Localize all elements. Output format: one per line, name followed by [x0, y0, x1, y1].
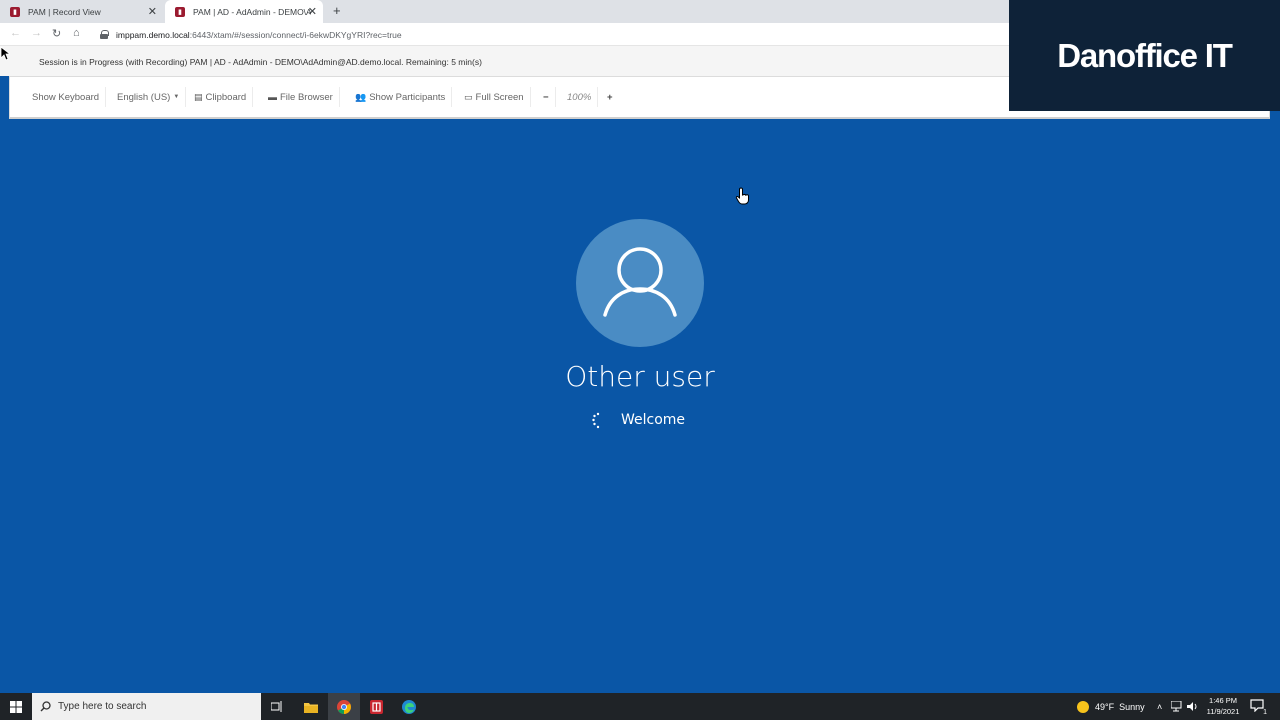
edge-icon — [402, 699, 416, 714]
search-icon — [40, 701, 51, 712]
language-dropdown[interactable]: English (US) ▼ — [111, 87, 187, 107]
search-placeholder: Type here to search — [58, 701, 147, 712]
system-clock[interactable]: 1:46 PM 11/9/2021 — [1198, 695, 1248, 717]
clipboard-button[interactable]: ▤ Clipboard — [188, 87, 254, 107]
brand-name: Danoffice IT — [1057, 36, 1233, 74]
pam-favicon-icon: ▮ — [175, 6, 185, 17]
chrome-icon — [337, 699, 351, 714]
file-browser-label: File Browser — [280, 91, 333, 103]
weather-widget[interactable]: 49°F Sunny — [1077, 693, 1145, 720]
edge-taskbar-button[interactable] — [393, 693, 425, 720]
language-label: English (US) — [117, 91, 171, 103]
windows-logo-icon — [10, 700, 22, 713]
clock-time: 1:46 PM — [1209, 696, 1237, 705]
pam-favicon-icon: ▮ — [10, 6, 20, 17]
users-icon: 👥 — [355, 91, 367, 102]
hand-cursor-icon — [735, 187, 749, 205]
loading-spinner-icon — [592, 412, 600, 429]
username-label: Other user — [565, 360, 715, 393]
close-tab-icon[interactable]: ✕ — [148, 5, 157, 18]
windows-taskbar: Type here to search 49°F Sunny ˄ 1:46 PM… — [0, 693, 1280, 720]
zoom-in-button[interactable]: + — [601, 87, 619, 107]
clipboard-label: Clipboard — [205, 91, 247, 103]
show-participants-label: Show Participants — [369, 91, 446, 103]
clipboard-icon: ▤ — [194, 91, 203, 102]
lock-icon — [100, 30, 109, 39]
task-view-button[interactable] — [261, 693, 293, 720]
chrome-taskbar-button[interactable] — [328, 693, 360, 720]
chevron-up-icon[interactable]: ˄ — [1157, 693, 1162, 720]
tab-title: PAM | Record View — [28, 6, 101, 17]
folder-icon: ▬ — [268, 92, 277, 102]
full-screen-icon: ▭ — [464, 91, 473, 102]
login-status-text: Welcome — [621, 412, 686, 428]
weather-text: 49°F Sunny — [1095, 701, 1145, 712]
full-screen-label: Full Screen — [475, 91, 524, 103]
file-browser-button[interactable]: ▬ File Browser — [262, 87, 340, 107]
folder-icon — [304, 702, 318, 713]
home-icon[interactable]: ⌂ — [73, 27, 80, 39]
zoom-level-value: 100% — [567, 91, 592, 103]
notification-icon — [1250, 699, 1264, 713]
zoom-level: 100% — [561, 87, 599, 107]
zoom-in-label: + — [607, 91, 613, 103]
pam-app-taskbar-button[interactable] — [360, 693, 392, 720]
session-status-text: Session is in Progress (with Recording) … — [39, 57, 482, 67]
notification-count: 1 — [1263, 709, 1267, 716]
task-view-icon — [271, 701, 282, 712]
arrow-cursor-icon — [0, 46, 10, 61]
address-bar[interactable]: imppam.demo.local:6443/xtam/#/session/co… — [100, 25, 1030, 44]
close-tab-icon[interactable]: ✕ — [308, 5, 317, 18]
tab-session[interactable]: ▮ PAM | AD - AdAdmin - DEMO\A ✕ — [165, 0, 323, 23]
show-participants-button[interactable]: 👥 Show Participants — [349, 87, 453, 107]
user-icon — [603, 247, 677, 317]
show-keyboard-label: Show Keyboard — [32, 91, 100, 103]
network-icon[interactable] — [1171, 701, 1183, 712]
notification-center-button[interactable]: 1 — [1250, 699, 1267, 716]
reload-icon[interactable]: ↻ — [52, 27, 61, 40]
tab-record-view[interactable]: ▮ PAM | Record View ✕ — [0, 0, 163, 23]
new-tab-icon[interactable]: + — [333, 3, 341, 18]
url-path: :6443/xtam/#/session/connect/i-6ekwDKYgY… — [189, 29, 402, 40]
clock-date: 11/9/2021 — [1206, 707, 1240, 716]
url-host: imppam.demo.local — [116, 29, 190, 40]
caret-down-icon: ▼ — [173, 94, 180, 100]
zoom-out-button[interactable]: − — [537, 87, 556, 107]
back-icon[interactable]: ← — [10, 27, 21, 39]
user-avatar — [576, 219, 704, 347]
tab-title: PAM | AD - AdAdmin - DEMO\A — [193, 6, 311, 17]
zoom-out-label: − — [543, 91, 549, 103]
taskbar-search-box[interactable]: Type here to search — [32, 693, 261, 720]
full-screen-button[interactable]: ▭ Full Screen — [458, 87, 531, 107]
pam-app-icon — [369, 699, 383, 714]
forward-icon[interactable]: → — [31, 27, 42, 39]
show-keyboard-button[interactable]: Show Keyboard — [26, 87, 107, 107]
sun-icon — [1077, 700, 1089, 713]
brand-logo: Danoffice IT — [1009, 0, 1280, 111]
start-button[interactable] — [0, 693, 32, 720]
file-explorer-taskbar-button[interactable] — [295, 693, 327, 720]
